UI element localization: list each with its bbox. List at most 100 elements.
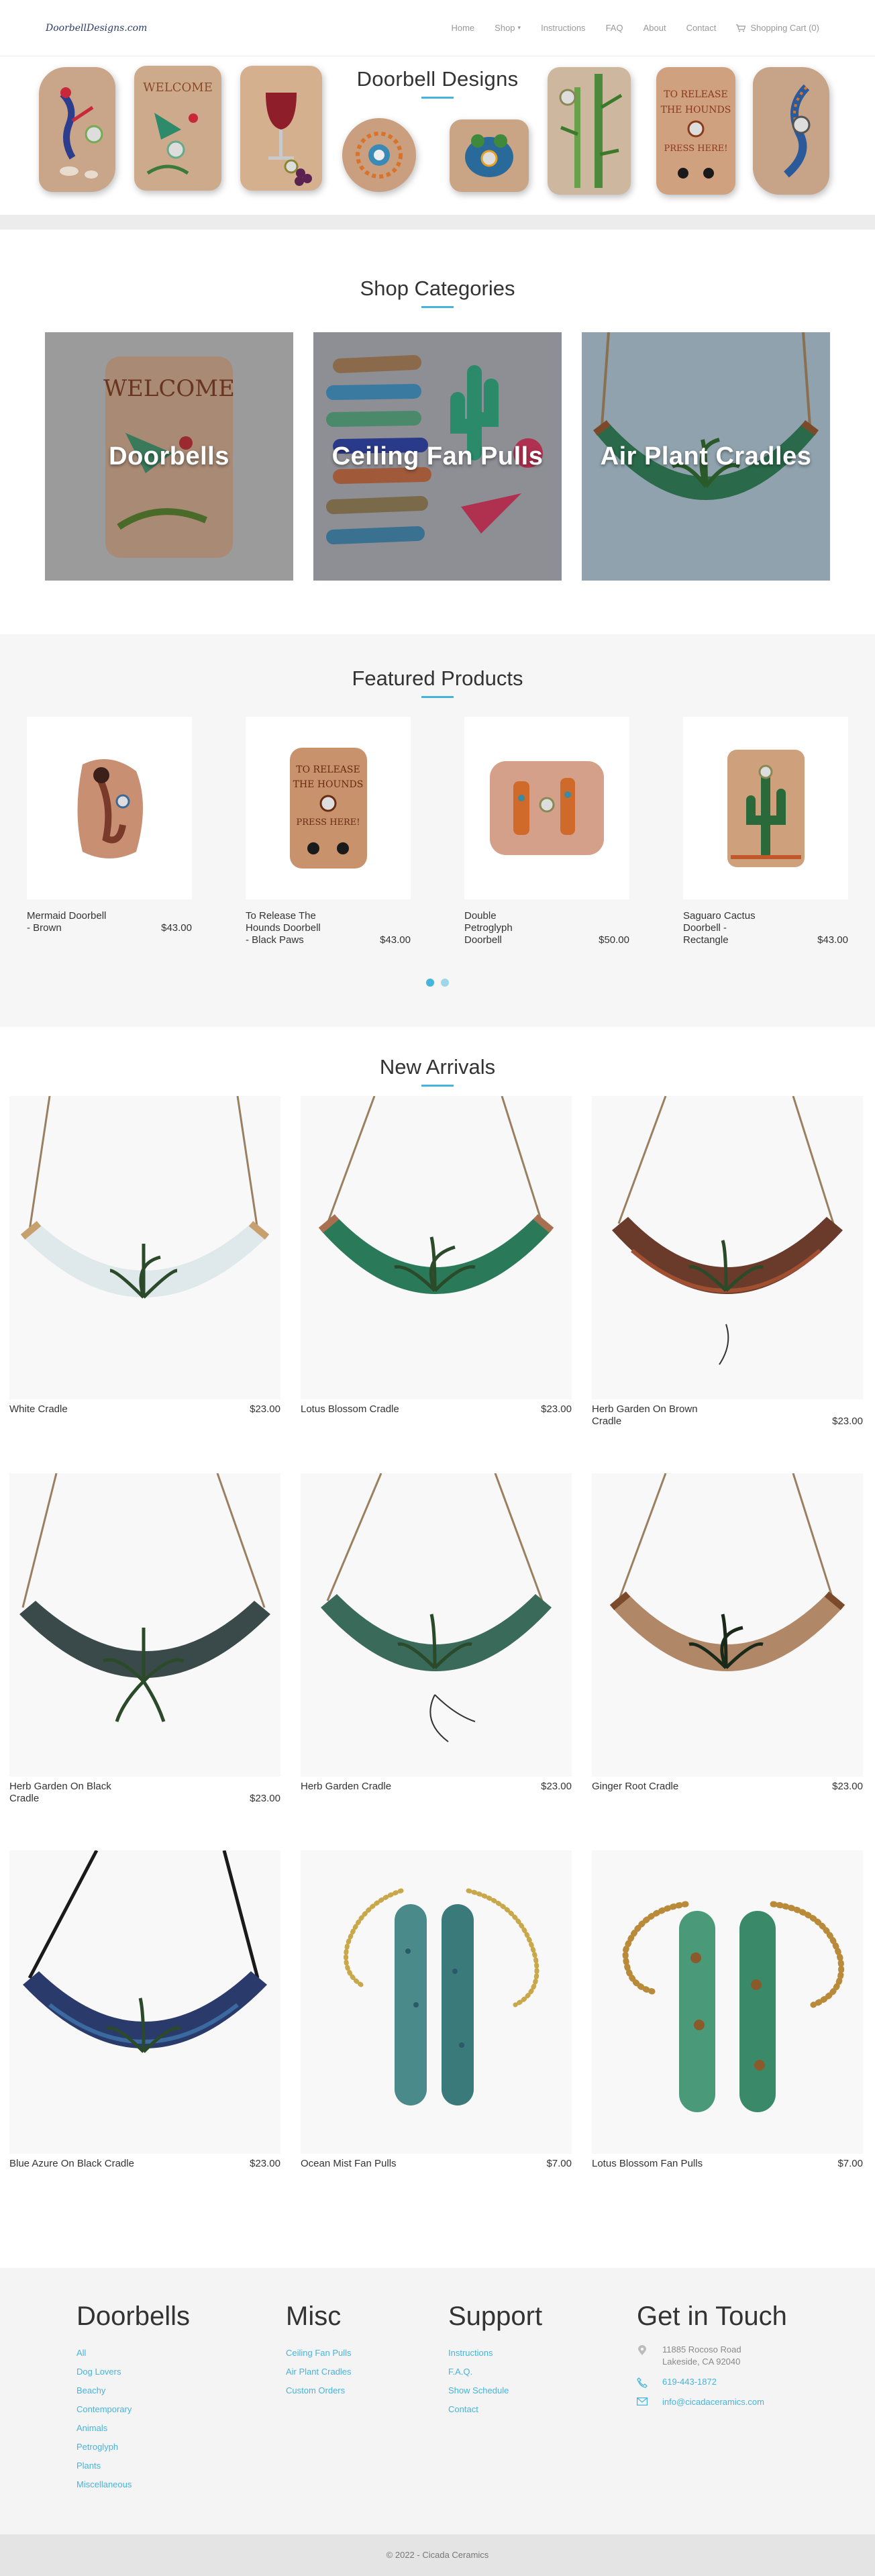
product-card[interactable]: Blue Azure On Black Cradle $23.00 (9, 1850, 280, 2228)
footer-link[interactable]: Ceiling Fan Pulls (286, 2344, 448, 2363)
category-fan-pulls-label: Ceiling Fan Pulls (331, 442, 544, 470)
footer-misc-title: Misc (286, 2301, 342, 2331)
footer-link[interactable]: F.A.Q. (448, 2363, 637, 2381)
product-info: Herb Garden Cradle $23.00 (301, 1777, 572, 1793)
footer-contact-title: Get in Touch (637, 2301, 787, 2331)
product-price: $23.00 (250, 1403, 280, 1415)
title-underline (421, 696, 454, 698)
map-pin-icon (637, 2344, 648, 2356)
category-air-plant-cradles[interactable]: Air Plant Cradles (582, 332, 830, 581)
category-doorbells[interactable]: WELCOME Doorbells (45, 332, 293, 581)
nav-about[interactable]: About (633, 23, 676, 33)
featured-product-card[interactable]: TO RELEASE THE HOUNDS PRESS HERE! To Relea… (246, 717, 411, 946)
footer-doorbells-title: Doorbells (76, 2301, 190, 2331)
product-name: Herb Garden On Black Cradle (9, 1781, 111, 1804)
footer-misc: Misc Ceiling Fan Pulls Air Plant Cradles… (286, 2301, 448, 2494)
product-price: $23.00 (250, 1793, 280, 1804)
product-card[interactable]: Ocean Mist Fan Pulls $7.00 (301, 1850, 572, 2228)
product-info: Lotus Blossom Cradle $23.00 (301, 1399, 572, 1416)
footer-link[interactable]: Beachy (76, 2381, 286, 2400)
product-card[interactable]: Herb Garden On Brown Cradle $23.00 (592, 1096, 863, 1473)
product-image (9, 1096, 280, 1399)
hero-tile-wine (240, 66, 322, 191)
title-underline (421, 1085, 454, 1087)
product-info: Double Petroglyph Doorbell $50.00 (464, 910, 629, 946)
product-info: White Cradle $23.00 (9, 1399, 280, 1416)
footer-link[interactable]: Contact (448, 2400, 637, 2419)
hero-title-text: Doorbell Designs (356, 67, 519, 91)
product-card[interactable]: Herb Garden On Black Cradle $23.00 (9, 1473, 280, 1850)
footer-link[interactable]: Air Plant Cradles (286, 2363, 448, 2381)
category-cradles-label: Air Plant Cradles (600, 442, 812, 470)
nav-faq[interactable]: FAQ (596, 23, 633, 33)
carousel-dot-active[interactable] (426, 979, 434, 987)
cart-label: Shopping Cart (0) (750, 23, 819, 33)
copyright-text: © 2022 - Cicada Ceramics (386, 2550, 489, 2560)
footer-support: Support Instructions F.A.Q. Show Schedul… (448, 2301, 637, 2494)
footer-link[interactable]: Plants (76, 2457, 286, 2475)
site-logo[interactable]: DoorbellDesigns.com (46, 23, 147, 34)
category-doorbells-label: Doorbells (109, 442, 229, 470)
product-card[interactable]: Lotus Blossom Fan Pulls $7.00 (592, 1850, 863, 2228)
svg-text:TO RELEASE: TO RELEASE (296, 764, 360, 775)
featured-title: Featured Products (0, 666, 875, 698)
footer-link[interactable]: Contemporary (76, 2400, 286, 2419)
new-arrivals-title: New Arrivals (9, 1055, 866, 1087)
footer-link[interactable]: Animals (76, 2419, 286, 2438)
footer-link[interactable]: Miscellaneous (76, 2475, 286, 2494)
product-name: Double Petroglyph Doorbell (464, 910, 513, 946)
category-row: WELCOME Doorbells Ceiling Fan Pulls Air … (0, 332, 875, 581)
product-name: Ginger Root Cradle (592, 1781, 679, 1792)
product-card[interactable]: Lotus Blossom Cradle $23.00 (301, 1096, 572, 1473)
featured-title-text: Featured Products (352, 666, 523, 690)
footer-link[interactable]: Petroglyph (76, 2438, 286, 2457)
nav-shop[interactable]: Shop ▾ (484, 23, 531, 33)
product-card[interactable]: White Cradle $23.00 (9, 1096, 280, 1473)
email-link[interactable]: info@cicadaceramics.com (662, 2396, 764, 2408)
nav-home[interactable]: Home (441, 23, 484, 33)
footer-link[interactable]: Custom Orders (286, 2381, 448, 2400)
cart-icon (736, 23, 746, 32)
category-ceiling-fan-pulls[interactable]: Ceiling Fan Pulls (313, 332, 562, 581)
shop-categories-section: Shop Categories WELCOME Doorbells Ceilin… (0, 230, 875, 634)
product-info: Herb Garden On Brown Cradle $23.00 (592, 1399, 863, 1428)
footer-link[interactable]: Dog Lovers (76, 2363, 286, 2381)
hero-tile-gecko (753, 67, 829, 195)
product-image (27, 717, 192, 899)
featured-product-card[interactable]: Mermaid Doorbell - Brown $43.00 (27, 717, 192, 946)
svg-text:THE HOUNDS: THE HOUNDS (293, 779, 363, 790)
product-price: $23.00 (541, 1781, 572, 1792)
nav-contact[interactable]: Contact (676, 23, 727, 33)
footer-link[interactable]: Show Schedule (448, 2381, 637, 2400)
shop-categories-title-text: Shop Categories (360, 277, 515, 300)
footer-link[interactable]: Instructions (448, 2344, 637, 2363)
product-name: Lotus Blossom Fan Pulls (592, 2158, 703, 2169)
product-name: To Release The Hounds Doorbell - Black P… (246, 910, 321, 946)
product-info: Herb Garden On Black Cradle $23.00 (9, 1777, 280, 1805)
product-info: To Release The Hounds Doorbell - Black P… (246, 910, 411, 946)
phone-link[interactable]: 619-443-1872 (662, 2376, 717, 2388)
new-arrivals-title-text: New Arrivals (379, 1055, 496, 1079)
footer-link[interactable]: All (76, 2344, 286, 2363)
featured-product-card[interactable]: Saguaro Cactus Doorbell - Rectangle $43.0… (683, 717, 848, 946)
product-info: Blue Azure On Black Cradle $23.00 (9, 2154, 280, 2170)
featured-product-card[interactable]: Double Petroglyph Doorbell $50.00 (464, 717, 629, 946)
carousel-dots (0, 979, 875, 987)
hero-tile-frog (450, 119, 529, 192)
product-image (9, 1473, 280, 1777)
featured-products-section: Featured Products Mermaid Doorbell - Bro… (0, 634, 875, 1027)
product-price: $7.00 (837, 2158, 863, 2169)
hero-tile-hummingbird: WELCOME (134, 66, 221, 191)
envelope-icon (637, 2396, 648, 2406)
product-name: Saguaro Cactus Doorbell - Rectangle (683, 910, 756, 946)
hero-tile-kokopelli (39, 67, 115, 192)
product-info: Lotus Blossom Fan Pulls $7.00 (592, 2154, 863, 2170)
hero-divider (0, 215, 875, 230)
product-card[interactable]: Ginger Root Cradle $23.00 (592, 1473, 863, 1850)
contact-phone: 619-443-1872 (637, 2376, 825, 2388)
product-info: Ocean Mist Fan Pulls $7.00 (301, 2154, 572, 2170)
shopping-cart-link[interactable]: Shopping Cart (0) (726, 23, 829, 33)
carousel-dot[interactable] (441, 979, 449, 987)
nav-instructions[interactable]: Instructions (531, 23, 595, 33)
product-card[interactable]: Herb Garden Cradle $23.00 (301, 1473, 572, 1850)
